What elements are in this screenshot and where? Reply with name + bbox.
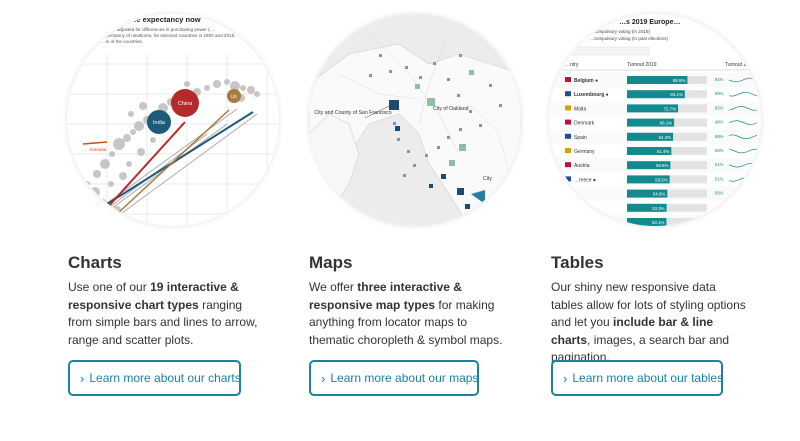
flag-icon xyxy=(565,91,571,97)
table-row: Malta 72.7% 82% xyxy=(549,101,761,116)
turnout-value: 88.5% xyxy=(673,78,686,83)
tables-legend-item: …compulsory voting (in 2019) xyxy=(589,29,650,34)
turnout-value: 53.3% xyxy=(652,206,665,211)
country-cell: Denmark xyxy=(574,121,595,127)
country-cell: Luxembourg ● xyxy=(574,92,609,98)
table-row: 53.1% xyxy=(549,215,761,226)
tables-title: Tables xyxy=(551,253,604,272)
col-header-turnout-2019: Turnout 2019 xyxy=(627,62,657,68)
turnout-value: 59.8% xyxy=(656,163,669,168)
trend-sparkline xyxy=(728,191,758,196)
chevron-right-icon: › xyxy=(80,370,85,386)
table-row: Belgium ● 88.5% 91% xyxy=(549,73,761,88)
turnout-value: 64.3% xyxy=(659,135,672,140)
table-row: Austria 59.8% 61% xyxy=(549,158,761,173)
chevron-right-icon: › xyxy=(563,370,568,386)
turnout-value: 58.5% xyxy=(655,177,668,182)
trend-start-value: 61% xyxy=(715,162,724,167)
somalia-label: Somalia xyxy=(89,147,107,153)
turnout-value: 61.4% xyxy=(657,149,670,154)
turnout-value: 72.7% xyxy=(664,106,677,111)
maps-preview-image: City and County of San Francisco City of… xyxy=(309,14,521,226)
city-label: City xyxy=(483,176,492,182)
tables-legend-item: …compulsory voting (in past elections) xyxy=(589,36,668,41)
trend-start-value: 51% xyxy=(715,176,724,181)
charts-preview-heading: …er life expectancy now xyxy=(113,15,201,24)
flag-icon xyxy=(565,176,571,182)
india-label: India xyxy=(153,120,166,126)
table-row: Spain 64.3% 58% xyxy=(549,129,761,144)
table-row: 54.6% 56% xyxy=(549,186,761,201)
learn-more-tables-button[interactable]: › Learn more about our tables xyxy=(551,360,723,396)
trend-start-value: 82% xyxy=(715,105,724,110)
table-row: 53.3% xyxy=(627,203,707,212)
flag-icon xyxy=(565,162,571,168)
china-label: China xyxy=(178,101,193,107)
charts-preview-subtitle: …ation adjusted for differences in purch… xyxy=(101,27,214,32)
tables-preview-image: …s 2019 Europe… …compulsory voting (in 2… xyxy=(549,14,761,226)
flag-icon xyxy=(565,77,571,82)
country-cell: Spain xyxy=(574,135,587,141)
chevron-right-icon: › xyxy=(321,370,326,386)
trend-start-value: 56% xyxy=(715,191,724,196)
country-cell: Malta xyxy=(574,106,586,112)
charts-preview-subtitle: …expectancy of newborns, for selected co… xyxy=(97,33,235,38)
flag-icon xyxy=(565,148,571,153)
turnout-value: 84.1% xyxy=(670,92,683,97)
us-label: US xyxy=(231,94,237,99)
maps-description: We offer three interactive & responsive … xyxy=(309,280,503,347)
country-cell: …reece ● xyxy=(574,177,596,183)
turnout-value: 53.1% xyxy=(652,220,665,225)
trend-start-value: 48% xyxy=(715,120,724,125)
flag-icon xyxy=(565,119,571,125)
country-cell: Belgium ● xyxy=(574,78,598,84)
tables-preview-heading: …s 2019 Europe… xyxy=(619,19,680,26)
learn-more-maps-button[interactable]: › Learn more about our maps xyxy=(309,360,479,396)
flag-icon xyxy=(565,105,571,111)
learn-more-charts-label: Learn more about our charts xyxy=(89,371,241,385)
turnout-value: 54.6% xyxy=(653,192,666,197)
col-header-turnout-trend: Turnout 1… xyxy=(725,62,751,68)
maps-title: Maps xyxy=(309,253,353,272)
country-cell: Germany xyxy=(574,149,595,155)
col-header-country: …ntry xyxy=(565,62,579,68)
svg-text:City and County of San Francis: City and County of San Francisco xyxy=(314,110,391,116)
trend-start-value: 58% xyxy=(715,134,724,139)
tables-description: Our shiny new responsive data tables all… xyxy=(551,280,746,364)
trend-start-value: 65% xyxy=(715,148,724,153)
charts-preview-image: …er life expectancy now …ation adjusted … xyxy=(67,14,279,226)
trend-start-value: 91% xyxy=(715,77,724,82)
country-cell: Austria xyxy=(574,163,590,169)
trend-start-value: 89% xyxy=(715,91,724,96)
charts-description: Use one of our 19 interactive & responsi… xyxy=(68,280,258,347)
turnout-value: 66.1% xyxy=(660,121,673,126)
charts-preview-subtitle: …in of the countries. xyxy=(101,39,143,44)
sf-label: City and County of San Francisco xyxy=(314,110,391,116)
flag-icon xyxy=(565,133,571,139)
learn-more-maps-label: Learn more about our maps xyxy=(330,371,479,385)
charts-title: Charts xyxy=(68,253,122,272)
oakland-label: City of Oakland xyxy=(433,106,469,112)
learn-more-charts-button[interactable]: › Learn more about our charts xyxy=(68,360,241,396)
learn-more-tables-label: Learn more about our tables xyxy=(572,371,724,385)
